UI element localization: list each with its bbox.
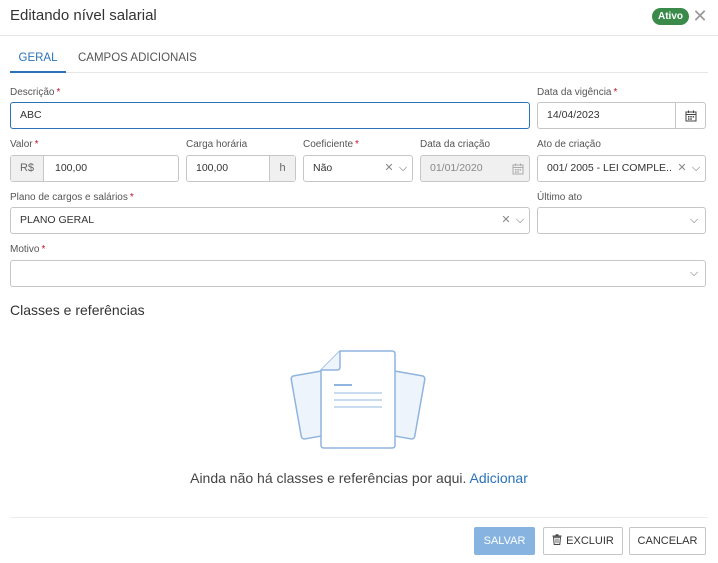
add-classes-link[interactable]: Adicionar [470,470,528,486]
plano-cargos-select[interactable]: PLANO GERAL ✕ ⌵ [10,207,530,234]
close-icon[interactable]: ✕ [690,6,710,26]
plano-cargos-label: Plano de cargos e salários * [10,192,134,203]
clear-icon[interactable]: ✕ [500,208,512,233]
tab-campos-adicionais[interactable]: CAMPOS ADICIONAIS [78,44,197,73]
chevron-down-icon[interactable]: ⌵ [396,156,410,181]
ato-criacao-value: 001/ 2005 - LEI COMPLE... [547,162,671,174]
data-vigencia-value: 14/04/2023 [547,109,600,121]
carga-horaria-input[interactable]: 100,00 h [186,155,296,182]
data-criacao-value: 01/01/2020 [430,162,483,174]
chevron-down-icon[interactable]: ⌵ [687,208,701,233]
clear-icon[interactable]: ✕ [383,156,395,181]
valor-value: 100,00 [55,162,88,174]
delete-button[interactable]: EXCLUIR [543,527,623,555]
ato-criacao-select[interactable]: 001/ 2005 - LEI COMPLE... ✕ ⌵ [537,155,706,182]
classes-section-title: Classes e referências [10,302,145,318]
valor-input[interactable]: R$ 100,00 [10,155,179,182]
descricao-value: ABC [20,109,42,121]
tab-geral[interactable]: GERAL [10,44,66,73]
data-vigencia-label: Data da vigência * [537,87,618,98]
empty-message-text: Ainda não há classes e referências por a… [190,470,467,486]
coeficiente-select[interactable]: Não ✕ ⌵ [303,155,413,182]
descricao-label: Descrição * [10,87,61,98]
carga-horaria-label: Carga horária [186,139,248,150]
descricao-input[interactable]: ABC [10,102,530,129]
motivo-label: Motivo * [10,244,46,255]
cancel-button[interactable]: CANCELAR [629,527,706,555]
carga-horaria-suffix: h [269,156,295,181]
dialog-header: Editando nível salarial Ativo ✕ [0,0,718,36]
ato-criacao-label: Ato de criação [537,139,601,150]
clear-icon[interactable]: ✕ [676,156,688,181]
valor-label: Valor * [10,139,39,150]
carga-horaria-value: 100,00 [196,162,229,174]
empty-state-message: Ainda não há classes e referências por a… [0,470,718,486]
trash-icon [552,534,562,545]
data-criacao-label: Data da criação [420,139,491,150]
calendar-icon [507,156,529,181]
delete-button-label: EXCLUIR [566,535,614,547]
motivo-select[interactable]: ⌵ [10,260,706,287]
coeficiente-label: Coeficiente * [303,139,359,150]
plano-cargos-value: PLANO GERAL [20,214,95,226]
tab-bar: GERAL CAMPOS ADICIONAIS [10,44,708,73]
ultimo-ato-select[interactable]: ⌵ [537,207,706,234]
status-badge: Ativo [652,8,689,25]
ultimo-ato-label: Último ato [537,192,583,203]
dialog-title: Editando nível salarial [10,7,157,24]
footer-divider [10,517,708,518]
coeficiente-value: Não [313,162,333,174]
calendar-icon[interactable] [675,103,705,128]
data-vigencia-input[interactable]: 14/04/2023 [537,102,706,129]
valor-prefix: R$ [11,156,44,181]
chevron-down-icon[interactable]: ⌵ [687,261,701,286]
chevron-down-icon[interactable]: ⌵ [689,156,703,181]
save-button[interactable]: SALVAR [474,527,535,555]
chevron-down-icon[interactable]: ⌵ [513,208,527,233]
documents-illustration [290,350,426,449]
data-criacao-input: 01/01/2020 [420,155,530,182]
